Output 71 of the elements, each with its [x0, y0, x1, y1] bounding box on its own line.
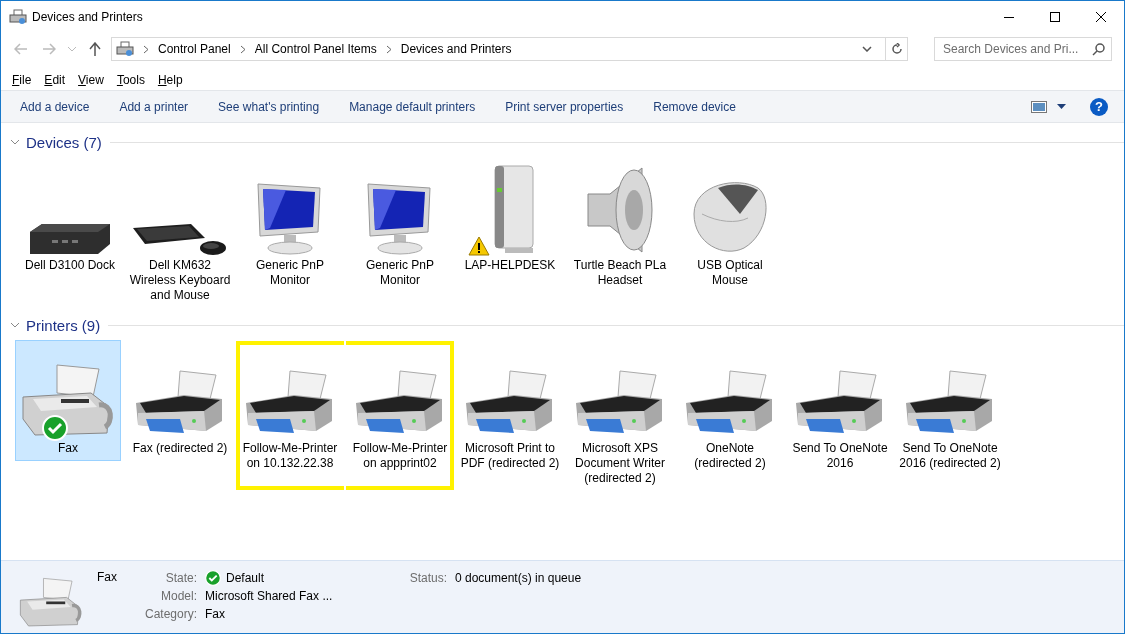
address-bar[interactable]: Control Panel All Control Panel Items Devices and Printers: [111, 37, 908, 61]
chevron-icon: [239, 44, 246, 54]
caret-icon[interactable]: [1057, 104, 1066, 109]
up-arrow-icon: [89, 42, 101, 56]
device-item[interactable]: Send To OneNote 2016: [785, 340, 895, 476]
field-value: Microsoft Shared Fax ...: [205, 588, 333, 605]
field-value: 0 document(s) in queue: [455, 570, 582, 587]
device-item[interactable]: Follow-Me-Printer on 10.132.22.38: [235, 340, 345, 491]
device-item[interactable]: Dell KM632 Wireless Keyboard and Mouse: [125, 157, 235, 308]
section-title[interactable]: Devices (7): [26, 133, 102, 151]
left-arrow-icon: [14, 43, 28, 55]
toolbar-button[interactable]: Add a device: [9, 95, 101, 118]
check-icon: [205, 570, 221, 586]
device-item[interactable]: Microsoft XPS Document Writer (redirected 2): [565, 340, 675, 491]
printer-icon: [9, 8, 27, 25]
device-item[interactable]: Microsoft Print to PDF (redirected 2): [455, 340, 565, 476]
device-item[interactable]: USB Optical Mouse: [675, 157, 785, 293]
device-name: Fax: [97, 570, 118, 584]
dropdown-icon[interactable]: [862, 46, 872, 52]
section-title[interactable]: Printers (9): [26, 316, 101, 334]
menu-item[interactable]: View: [78, 73, 104, 87]
device-item[interactable]: Generic PnP Monitor: [345, 157, 455, 293]
device-item[interactable]: Turtle Beach PLa Headset: [565, 157, 675, 293]
field-label: Status:: [408, 570, 447, 587]
search-icon: [1092, 43, 1105, 56]
field-label: State:: [164, 570, 197, 587]
view-options-icon[interactable]: [1031, 100, 1047, 113]
fax-machine-icon: [21, 363, 115, 439]
device-item[interactable]: Dell D3100 Dock: [15, 157, 125, 278]
chevron-down-icon: [68, 46, 76, 52]
close-icon: [1096, 11, 1106, 22]
field-label: Model:: [159, 588, 197, 605]
help-button[interactable]: ?: [1090, 97, 1108, 116]
printer-icon: [116, 41, 134, 57]
menu-item[interactable]: Tools: [116, 73, 145, 87]
device-item[interactable]: OneNote (redirected 2): [675, 340, 785, 476]
breadcrumb[interactable]: Control Panel: [158, 42, 231, 56]
device-item[interactable]: Fax (redirected 2): [125, 340, 235, 461]
device-item[interactable]: Generic PnP Monitor: [235, 157, 345, 293]
refresh-icon: [890, 43, 903, 55]
monitor-icon: [256, 180, 324, 256]
collapse-chevron-icon[interactable]: [10, 322, 20, 328]
chevron-icon: [143, 44, 149, 54]
warning-icon: [468, 236, 490, 256]
chevron-icon: [385, 44, 392, 54]
device-item[interactable]: Send To OneNote 2016 (redirected 2): [895, 340, 1005, 476]
device-item[interactable]: Follow-Me-Printer on appprint02: [345, 340, 455, 491]
toolbar-button[interactable]: Remove device: [642, 95, 747, 118]
keyboard-and-mouse-icon: [133, 222, 227, 256]
toolbar-button[interactable]: Manage default printers: [338, 95, 487, 118]
toolbar-button[interactable]: Print server properties: [494, 95, 635, 118]
breadcrumb[interactable]: All Control Panel Items: [254, 42, 377, 56]
monitor-icon: [366, 180, 434, 256]
device-item[interactable]: LAP-HELPDESK: [455, 157, 565, 278]
check-icon: [42, 415, 68, 441]
toolbar-button[interactable]: See what's printing: [207, 95, 331, 118]
menu-item[interactable]: Edit: [44, 73, 66, 87]
search-field[interactable]: Search Devices and Pri...: [934, 37, 1112, 61]
menu-item[interactable]: File: [12, 73, 32, 87]
menu-item[interactable]: Help: [157, 73, 183, 87]
docking-station-icon: [28, 222, 112, 256]
collapse-chevron-icon[interactable]: [10, 139, 20, 145]
toolbar-button[interactable]: Add a printer: [108, 95, 200, 118]
device-item[interactable]: Fax: [15, 340, 121, 461]
field-value: Fax: [205, 606, 225, 623]
breadcrumb[interactable]: Devices and Printers: [400, 42, 512, 56]
right-arrow-icon: [42, 43, 56, 55]
window-title: Devices and Printers: [32, 9, 143, 24]
maximize-icon: [1050, 11, 1060, 22]
field-value: Default: [226, 570, 265, 587]
field-label: Category:: [143, 606, 197, 623]
